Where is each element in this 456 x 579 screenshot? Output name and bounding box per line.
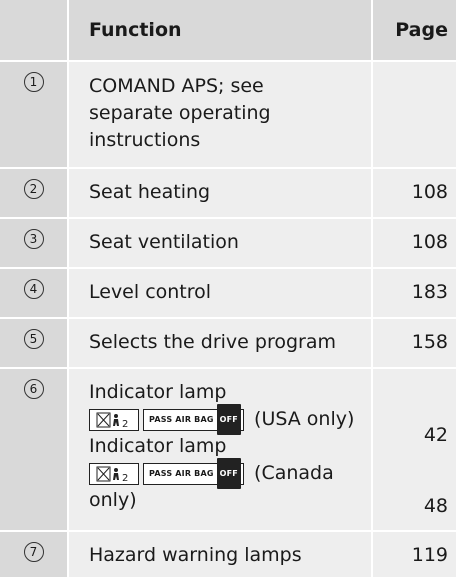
table-row: 3 Seat ventilation 108 (0, 219, 456, 269)
svg-text:2: 2 (122, 419, 128, 428)
table-row: 2 Seat heating 108 (0, 169, 456, 219)
indicator-lamp-title: Indicator lamp (89, 435, 227, 457)
page-number: 158 (411, 331, 448, 353)
page-number: 108 (411, 231, 448, 253)
item-number: 5 (23, 329, 44, 349)
function-text: Level control (89, 281, 212, 303)
table-header: Function Page (0, 0, 456, 62)
pass-air-bag-off-label: PASS AIR BAG OFF (143, 458, 244, 489)
table-row: 1 COMAND APS; see separate operating ins… (0, 62, 456, 169)
table-row: 4 Level control 183 (0, 269, 456, 319)
page-number: 42 (423, 424, 448, 446)
page-number: 48 (423, 495, 448, 517)
page-number: 183 (411, 281, 448, 303)
function-text: Selects the drive program (89, 331, 336, 353)
canada-only-text: only) (89, 489, 137, 511)
off-badge: OFF (216, 404, 241, 435)
header-page: Page (373, 0, 456, 60)
header-number-cell (0, 0, 69, 60)
item-number: 3 (23, 229, 44, 249)
header-function: Function (69, 0, 373, 60)
function-text: Hazard warning lamps (89, 544, 302, 566)
function-text: Seat heating (89, 181, 211, 203)
seat-occupancy-icon: 2 (89, 462, 139, 485)
usa-only-text: (USA only) (254, 408, 355, 430)
page-number: 108 (411, 181, 448, 203)
off-badge: OFF (216, 458, 241, 489)
table-row: 7 Hazard warning lamps 119 (0, 532, 456, 579)
item-number: 1 (23, 72, 44, 92)
item-number: 7 (23, 542, 44, 562)
item-number: 6 (23, 379, 44, 399)
table-row: 5 Selects the drive program 158 (0, 319, 456, 369)
pass-air-bag-off-label: PASS AIR BAG OFF (143, 404, 244, 435)
function-text: Seat ventilation (89, 231, 239, 253)
page-number: 119 (411, 544, 448, 566)
item-number: 4 (23, 279, 44, 299)
function-text: COMAND APS; see separate operating instr… (89, 75, 271, 151)
item-number: 2 (23, 179, 44, 199)
table-row: 6 Indicator lamp 2 PASS AIR BAG OFF (USA… (0, 369, 456, 532)
function-table: Function Page 1 COMAND APS; see separate… (0, 0, 456, 579)
indicator-badges: 2 PASS AIR BAG OFF (89, 404, 244, 435)
seat-occupancy-icon: 2 (89, 408, 139, 431)
indicator-badges: 2 PASS AIR BAG OFF (89, 458, 244, 489)
svg-text:2: 2 (122, 473, 128, 482)
indicator-lamp-title: Indicator lamp (89, 381, 227, 403)
canada-text: (Canada (254, 462, 334, 484)
